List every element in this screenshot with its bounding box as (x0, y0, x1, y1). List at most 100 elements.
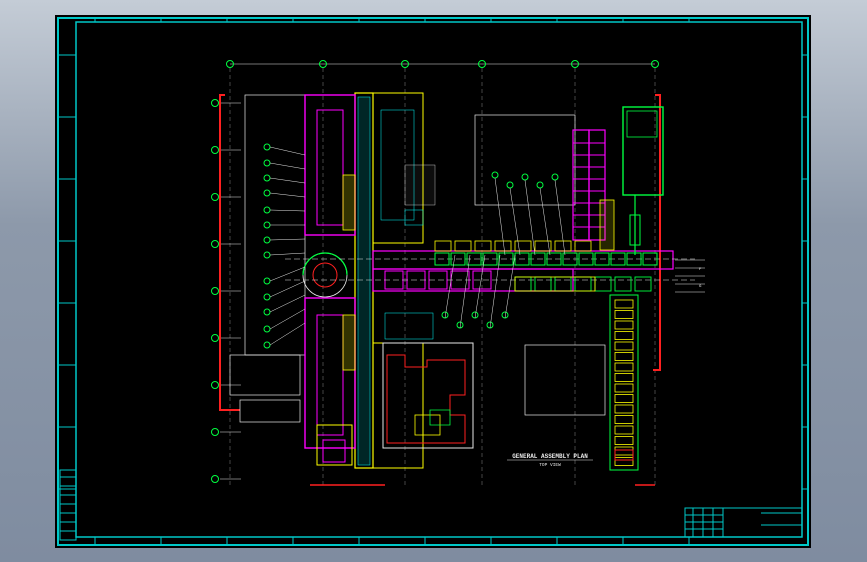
long-conveyor-segment (614, 425, 634, 435)
room-outline-process (524, 344, 606, 416)
callout-leader (269, 238, 306, 241)
machine-unit-lower (554, 276, 572, 292)
callout-leader (554, 179, 566, 256)
callout-leader (474, 254, 486, 319)
callout-bubble (263, 174, 271, 182)
callout-leader (494, 177, 506, 256)
callout-leader (524, 179, 536, 256)
revision-panel (59, 469, 77, 541)
building-outline-right (653, 94, 661, 371)
long-conveyor-segment (614, 362, 634, 372)
callout-bubble (263, 143, 271, 151)
long-conveyor-segment (614, 310, 634, 319)
long-conveyor-segment (614, 373, 634, 382)
row-grid-bubble (211, 146, 219, 154)
inner-frame (75, 21, 803, 538)
callout-bubble (263, 341, 271, 349)
machine-unit-lower (534, 276, 552, 292)
yellow-tower-column (599, 199, 615, 251)
lower-room-partition (386, 354, 466, 444)
row-grid-bubble (211, 428, 219, 436)
machine-unit-upper (554, 240, 572, 252)
machine-unit-lower (634, 276, 652, 292)
yellow-tank-lower (342, 314, 356, 371)
row-grid-bubble (211, 381, 219, 389)
row-grid-bubble (211, 475, 219, 483)
callout-bubble (491, 171, 499, 179)
drawing-subtitle: TOP VIEW (539, 462, 561, 468)
cad-viewport[interactable]: GENERAL ASSEMBLY PLAN TOP VIEW F G (0, 0, 867, 562)
row-grid-bubble (211, 99, 219, 107)
machine-unit-upper (474, 240, 492, 252)
yellow-tank-upper (342, 174, 356, 231)
row-grid-bubble (211, 287, 219, 295)
cyan-corridor-fill (357, 96, 371, 466)
yellow-room-lower (372, 342, 424, 469)
machine-unit-upper (494, 240, 512, 252)
drawing-sheet[interactable]: GENERAL ASSEMBLY PLAN TOP VIEW F G (55, 15, 811, 548)
callout-bubble (263, 189, 271, 197)
machine-unit-upper (514, 240, 532, 252)
callout-bubble (263, 236, 271, 244)
long-conveyor-segment (614, 331, 634, 340)
machine-unit-lower (594, 276, 612, 292)
tank-arc (302, 252, 348, 276)
drawing-title: GENERAL ASSEMBLY PLAN (512, 453, 588, 460)
callout-bubble (521, 173, 529, 181)
callout-leader (269, 280, 306, 298)
room-outline-upper (474, 114, 576, 206)
long-conveyor-segment (614, 457, 634, 466)
callout-bubble (263, 308, 271, 316)
main-process-line (372, 250, 674, 270)
callout-bubble (536, 181, 544, 189)
machine-unit-upper (574, 240, 592, 252)
callout-bubble (263, 221, 271, 229)
long-conveyor-segment (614, 436, 634, 445)
callout-leader (269, 192, 306, 198)
outer-frame (57, 17, 809, 546)
storage-tank-inner (312, 262, 338, 288)
callout-bubble (263, 251, 271, 259)
long-conveyor-segment (614, 446, 634, 456)
row-grid-bubble (211, 193, 219, 201)
callout-leader (269, 146, 306, 156)
machine-unit-lower (614, 276, 632, 292)
hatched-area (384, 312, 434, 340)
long-conveyor-segment (614, 415, 634, 424)
callout-leader (269, 252, 306, 256)
assembly-plan-drawing: GENERAL ASSEMBLY PLAN TOP VIEW F G (57, 17, 809, 546)
hatched-area-upper (404, 164, 436, 206)
callout-bubble (263, 325, 271, 333)
long-conveyor-segment (614, 383, 634, 393)
magenta-subzone-upper (316, 109, 344, 226)
yellow-entry-box (316, 424, 353, 466)
callout-leader (269, 308, 306, 330)
callout-bubble (551, 173, 559, 181)
long-conveyor-segment (614, 404, 634, 414)
long-conveyor-segment (614, 341, 634, 351)
callout-leader (539, 187, 551, 256)
green-equipment-inner (626, 110, 658, 138)
row-grid-bubble (211, 334, 219, 342)
callout-bubble (263, 293, 271, 301)
callout-bubble (506, 181, 514, 189)
machine-unit-upper (434, 240, 452, 252)
machine-unit-upper (454, 240, 472, 252)
machine-unit-lower (514, 276, 532, 292)
axis-marker-label: G (699, 285, 702, 289)
callout-leader (269, 177, 306, 184)
room-outline-stair (239, 399, 301, 423)
magenta-entry-box (322, 439, 346, 463)
row-grid-bubble (211, 240, 219, 248)
magenta-subzone-lower (316, 314, 344, 436)
axis-marker-label: F (699, 268, 702, 272)
callout-leader (269, 209, 306, 212)
callout-bubble (263, 159, 271, 167)
callout-bubble (263, 206, 271, 214)
long-conveyor-segment (614, 352, 634, 361)
callout-leader (269, 294, 306, 313)
long-conveyor-segment (614, 394, 634, 403)
callout-bubble (263, 277, 271, 285)
callout-leader (269, 162, 306, 170)
callout-leader (269, 266, 306, 282)
